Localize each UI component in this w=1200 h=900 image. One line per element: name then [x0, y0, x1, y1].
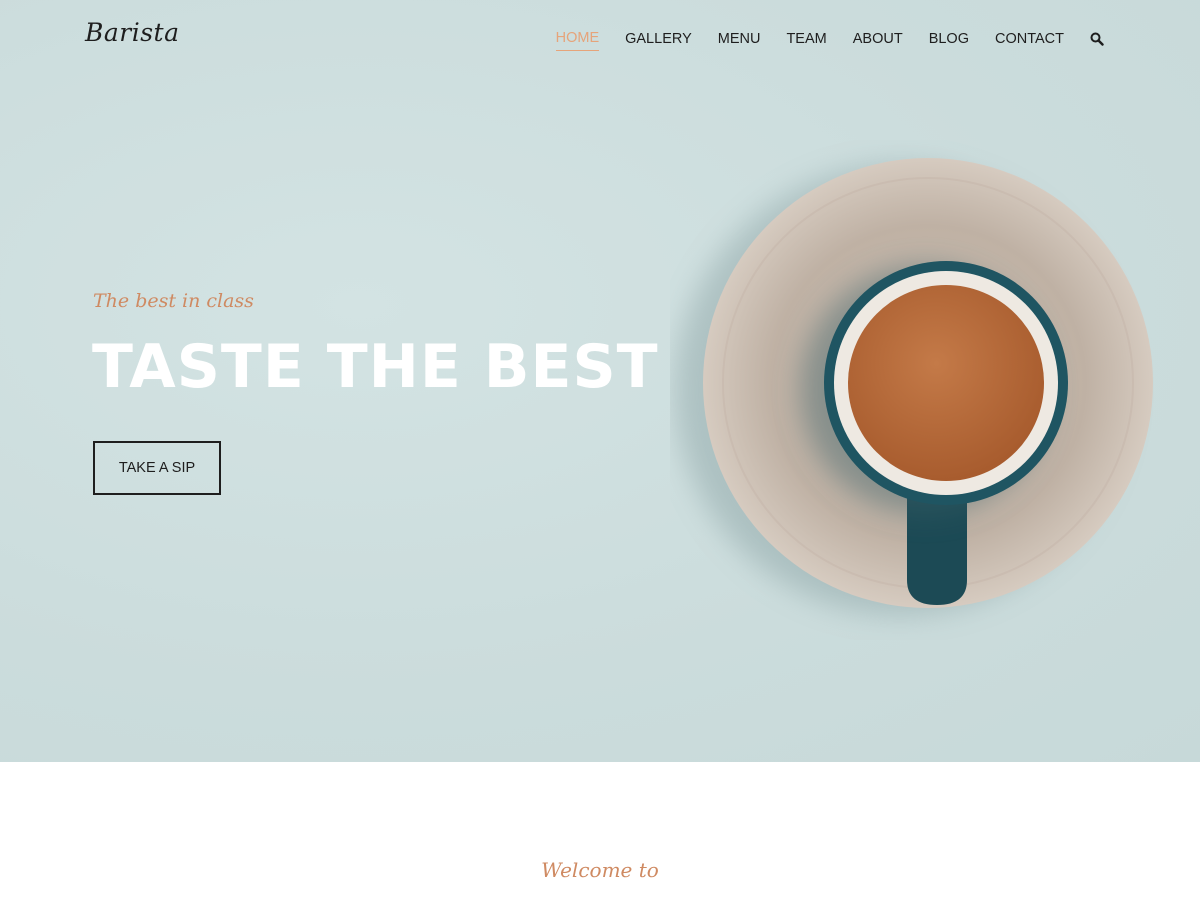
- coffee-cup-image: [675, 158, 1153, 615]
- welcome-heading: Welcome to: [541, 858, 659, 882]
- hero-tagline: The best in class: [93, 290, 254, 312]
- nav-item-contact[interactable]: CONTACT: [995, 31, 1064, 51]
- take-a-sip-button[interactable]: TAKE A SIP: [93, 441, 221, 495]
- main-navigation: HOME GALLERY MENU TEAM ABOUT BLOG CONTAC…: [530, 30, 1104, 51]
- nav-item-menu[interactable]: MENU: [718, 31, 761, 51]
- nav-item-home[interactable]: HOME: [555, 30, 600, 51]
- hero-section: Barista HOME GALLERY MENU TEAM ABOUT BLO…: [0, 0, 1200, 762]
- site-logo[interactable]: Barista: [85, 18, 180, 47]
- nav-item-gallery[interactable]: GALLERY: [625, 31, 692, 51]
- nav-item-team[interactable]: TEAM: [786, 31, 826, 51]
- search-icon[interactable]: [1090, 32, 1104, 46]
- nav-item-blog[interactable]: BLOG: [929, 31, 969, 51]
- hero-headline: TASTE THE BEST: [92, 332, 659, 402]
- nav-item-about[interactable]: ABOUT: [853, 31, 903, 51]
